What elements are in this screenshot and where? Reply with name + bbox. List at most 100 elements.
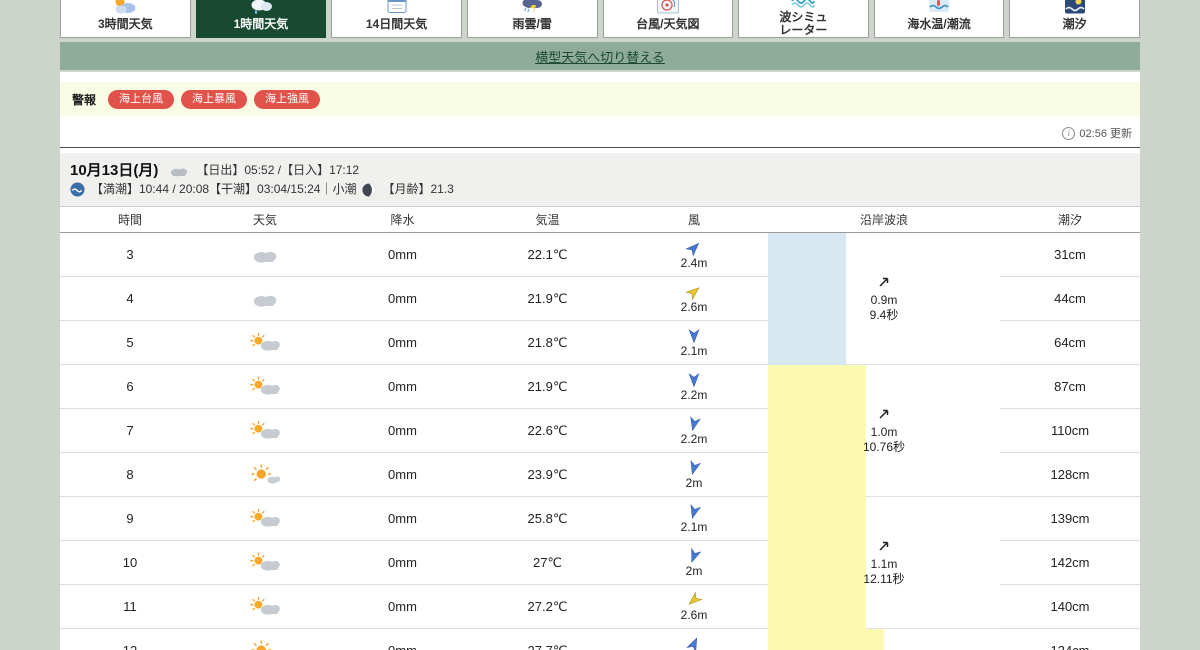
tab-label: 波シミュ レーター bbox=[779, 10, 828, 37]
partly-cloudy-icon bbox=[250, 420, 280, 441]
weather-cell bbox=[200, 541, 330, 585]
wind-direction-icon bbox=[684, 590, 704, 610]
wave-period: 12.11秒 bbox=[863, 572, 905, 586]
tab-tide[interactable]: 潮汐 bbox=[1009, 0, 1140, 38]
tab-wave-icon bbox=[790, 0, 816, 8]
tab-1h[interactable]: 1時間天気 bbox=[195, 0, 327, 38]
warning-badge[interactable]: 海上強風 bbox=[254, 90, 321, 109]
coastal-wave-column: 0.9m 9.4秒 1.0m 10.76秒 1.1m 12.11秒 bbox=[768, 233, 1000, 650]
page: 3時間天気 1時間天気 14日間天気 雨雲/雷 台風/天気図 波シミュ レーター 海水温/潮流… bbox=[60, 0, 1140, 650]
sunrise-sunset-text: 【日出】05:52 /【日入】17:12 bbox=[196, 163, 360, 177]
tide-cell: 134cm bbox=[1000, 629, 1140, 650]
warning-label: 警報 bbox=[72, 92, 97, 107]
date-title: 10月13日(月) bbox=[70, 162, 159, 179]
tide-times-text: 【満潮】10:44 / 20:08【干潮】03:04/15:24｜小潮 bbox=[91, 182, 357, 196]
partly-cloudy-icon bbox=[250, 376, 280, 397]
update-time-row: i 02:56 更新 bbox=[60, 116, 1140, 148]
tab-typhoon-map[interactable]: 台風/天気図 bbox=[602, 0, 734, 38]
tab-14d[interactable]: 14日間天気 bbox=[331, 0, 462, 38]
tab-label: 14日間天気 bbox=[365, 17, 428, 31]
column-header-6: 潮汐 bbox=[1057, 213, 1082, 227]
column-header-3: 気温 bbox=[535, 213, 560, 227]
precip-cell: 0mm bbox=[330, 585, 475, 629]
precip-cell: 0mm bbox=[330, 541, 475, 585]
weather-cell bbox=[200, 585, 330, 629]
sunny-icon bbox=[250, 640, 280, 650]
wind-direction-icon bbox=[687, 373, 701, 388]
tab-wave-simulator[interactable]: 波シミュ レーター bbox=[738, 0, 869, 38]
tide-cell: 128cm bbox=[1000, 453, 1140, 497]
wave-value: 0.9m 9.4秒 bbox=[768, 275, 1000, 323]
tab-typhoon-icon bbox=[655, 0, 681, 15]
wave-direction-icon bbox=[877, 539, 891, 553]
switch-to-horizontal-link[interactable]: 横型天気へ切り替える bbox=[535, 47, 665, 66]
temp-cell: 27.7℃ bbox=[475, 629, 620, 650]
precip-cell: 0mm bbox=[330, 233, 475, 277]
temp-cell: 23.9℃ bbox=[475, 453, 620, 497]
temp-cell: 21.9℃ bbox=[475, 365, 620, 409]
partly-cloudy-icon bbox=[250, 596, 280, 617]
warning-badges: 海上台風 海上暴風 海上強風 bbox=[108, 89, 327, 109]
precip-cell: 0mm bbox=[330, 453, 475, 497]
temp-cell: 27℃ bbox=[475, 541, 620, 585]
precip-cell: 0mm bbox=[330, 321, 475, 365]
tab-3h[interactable]: 3時間天気 bbox=[60, 0, 191, 38]
wind-direction-icon bbox=[685, 503, 702, 520]
tab-bar: 3時間天気 1時間天気 14日間天気 雨雲/雷 台風/天気図 波シミュ レーター 海水温/潮流… bbox=[60, 0, 1140, 38]
wave-height: 1.1m bbox=[870, 557, 898, 571]
wind-cell: 2.2m bbox=[620, 365, 768, 409]
tab-sea-icon bbox=[926, 0, 952, 15]
tide-cell: 64cm bbox=[1000, 321, 1140, 365]
weather-cell bbox=[200, 453, 330, 497]
tide-cell: 87cm bbox=[1000, 365, 1140, 409]
partly-cloudy-icon bbox=[250, 332, 280, 353]
precip-cell: 0mm bbox=[330, 409, 475, 453]
hour-cell: 11 bbox=[60, 585, 200, 629]
wind-cell: 2.4m bbox=[620, 233, 768, 277]
cloudy-icon bbox=[168, 163, 190, 178]
main-content: 警報 海上台風 海上暴風 海上強風 i 02:56 更新 10月13日(月) 【日出… bbox=[60, 72, 1140, 650]
wind-speed: 2.2m bbox=[680, 432, 708, 446]
warning-badge[interactable]: 海上暴風 bbox=[181, 90, 248, 109]
warning-badge[interactable]: 海上台風 bbox=[108, 90, 175, 109]
sunny-icon bbox=[250, 464, 281, 485]
weather-cell bbox=[200, 321, 330, 365]
info-icon: i bbox=[1062, 126, 1076, 140]
update-time-text: 02:56 更新 bbox=[1079, 128, 1132, 140]
column-header-4: 風 bbox=[687, 213, 700, 227]
wave-direction-icon bbox=[877, 275, 891, 289]
cloudy-icon bbox=[250, 244, 280, 265]
wind-speed: 2.1m bbox=[680, 520, 708, 534]
wave-group: 0.9m 9.4秒 bbox=[768, 233, 1000, 365]
temp-cell: 22.6℃ bbox=[475, 409, 620, 453]
cloudy-icon bbox=[250, 288, 280, 309]
wave-direction-icon bbox=[877, 407, 891, 421]
wind-direction-icon bbox=[685, 547, 703, 565]
wind-speed: 2.6m bbox=[680, 608, 708, 622]
weather-cell bbox=[200, 629, 330, 650]
wind-cell: 2.6m bbox=[620, 277, 768, 321]
column-header-2: 降水 bbox=[390, 213, 415, 227]
wind-direction-icon bbox=[685, 459, 702, 476]
weather-cell bbox=[200, 233, 330, 277]
wave-value: 1.0m 10.76秒 bbox=[768, 407, 1000, 455]
hour-cell: 10 bbox=[60, 541, 200, 585]
wind-speed: 2m bbox=[685, 476, 703, 490]
wind-cell: 2.1m bbox=[620, 497, 768, 541]
tab-rain-radar[interactable]: 雨雲/雷 bbox=[466, 0, 598, 38]
wind-direction-icon bbox=[687, 329, 701, 344]
hour-cell: 3 bbox=[60, 233, 200, 277]
tab-label: 海水温/潮流 bbox=[907, 17, 971, 31]
date-header: 10月13日(月) 【日出】05:52 /【日入】17:12 【満潮】10:44… bbox=[60, 153, 1140, 206]
tide-cell: 140cm bbox=[1000, 585, 1140, 629]
tab-label: 台風/天気図 bbox=[636, 17, 700, 31]
wind-speed: 2.1m bbox=[680, 344, 708, 358]
temp-cell: 21.9℃ bbox=[475, 277, 620, 321]
tab-sun-cloud-icon bbox=[112, 0, 138, 15]
tab-sea-temp-current[interactable]: 海水温/潮流 bbox=[873, 0, 1005, 38]
partly-cloudy-icon bbox=[250, 552, 280, 573]
column-header-5: 沿岸波浪 bbox=[859, 213, 908, 227]
tab-label: 3時間天気 bbox=[97, 17, 153, 31]
tide-cell: 110cm bbox=[1000, 409, 1140, 453]
precip-cell: 0mm bbox=[330, 277, 475, 321]
